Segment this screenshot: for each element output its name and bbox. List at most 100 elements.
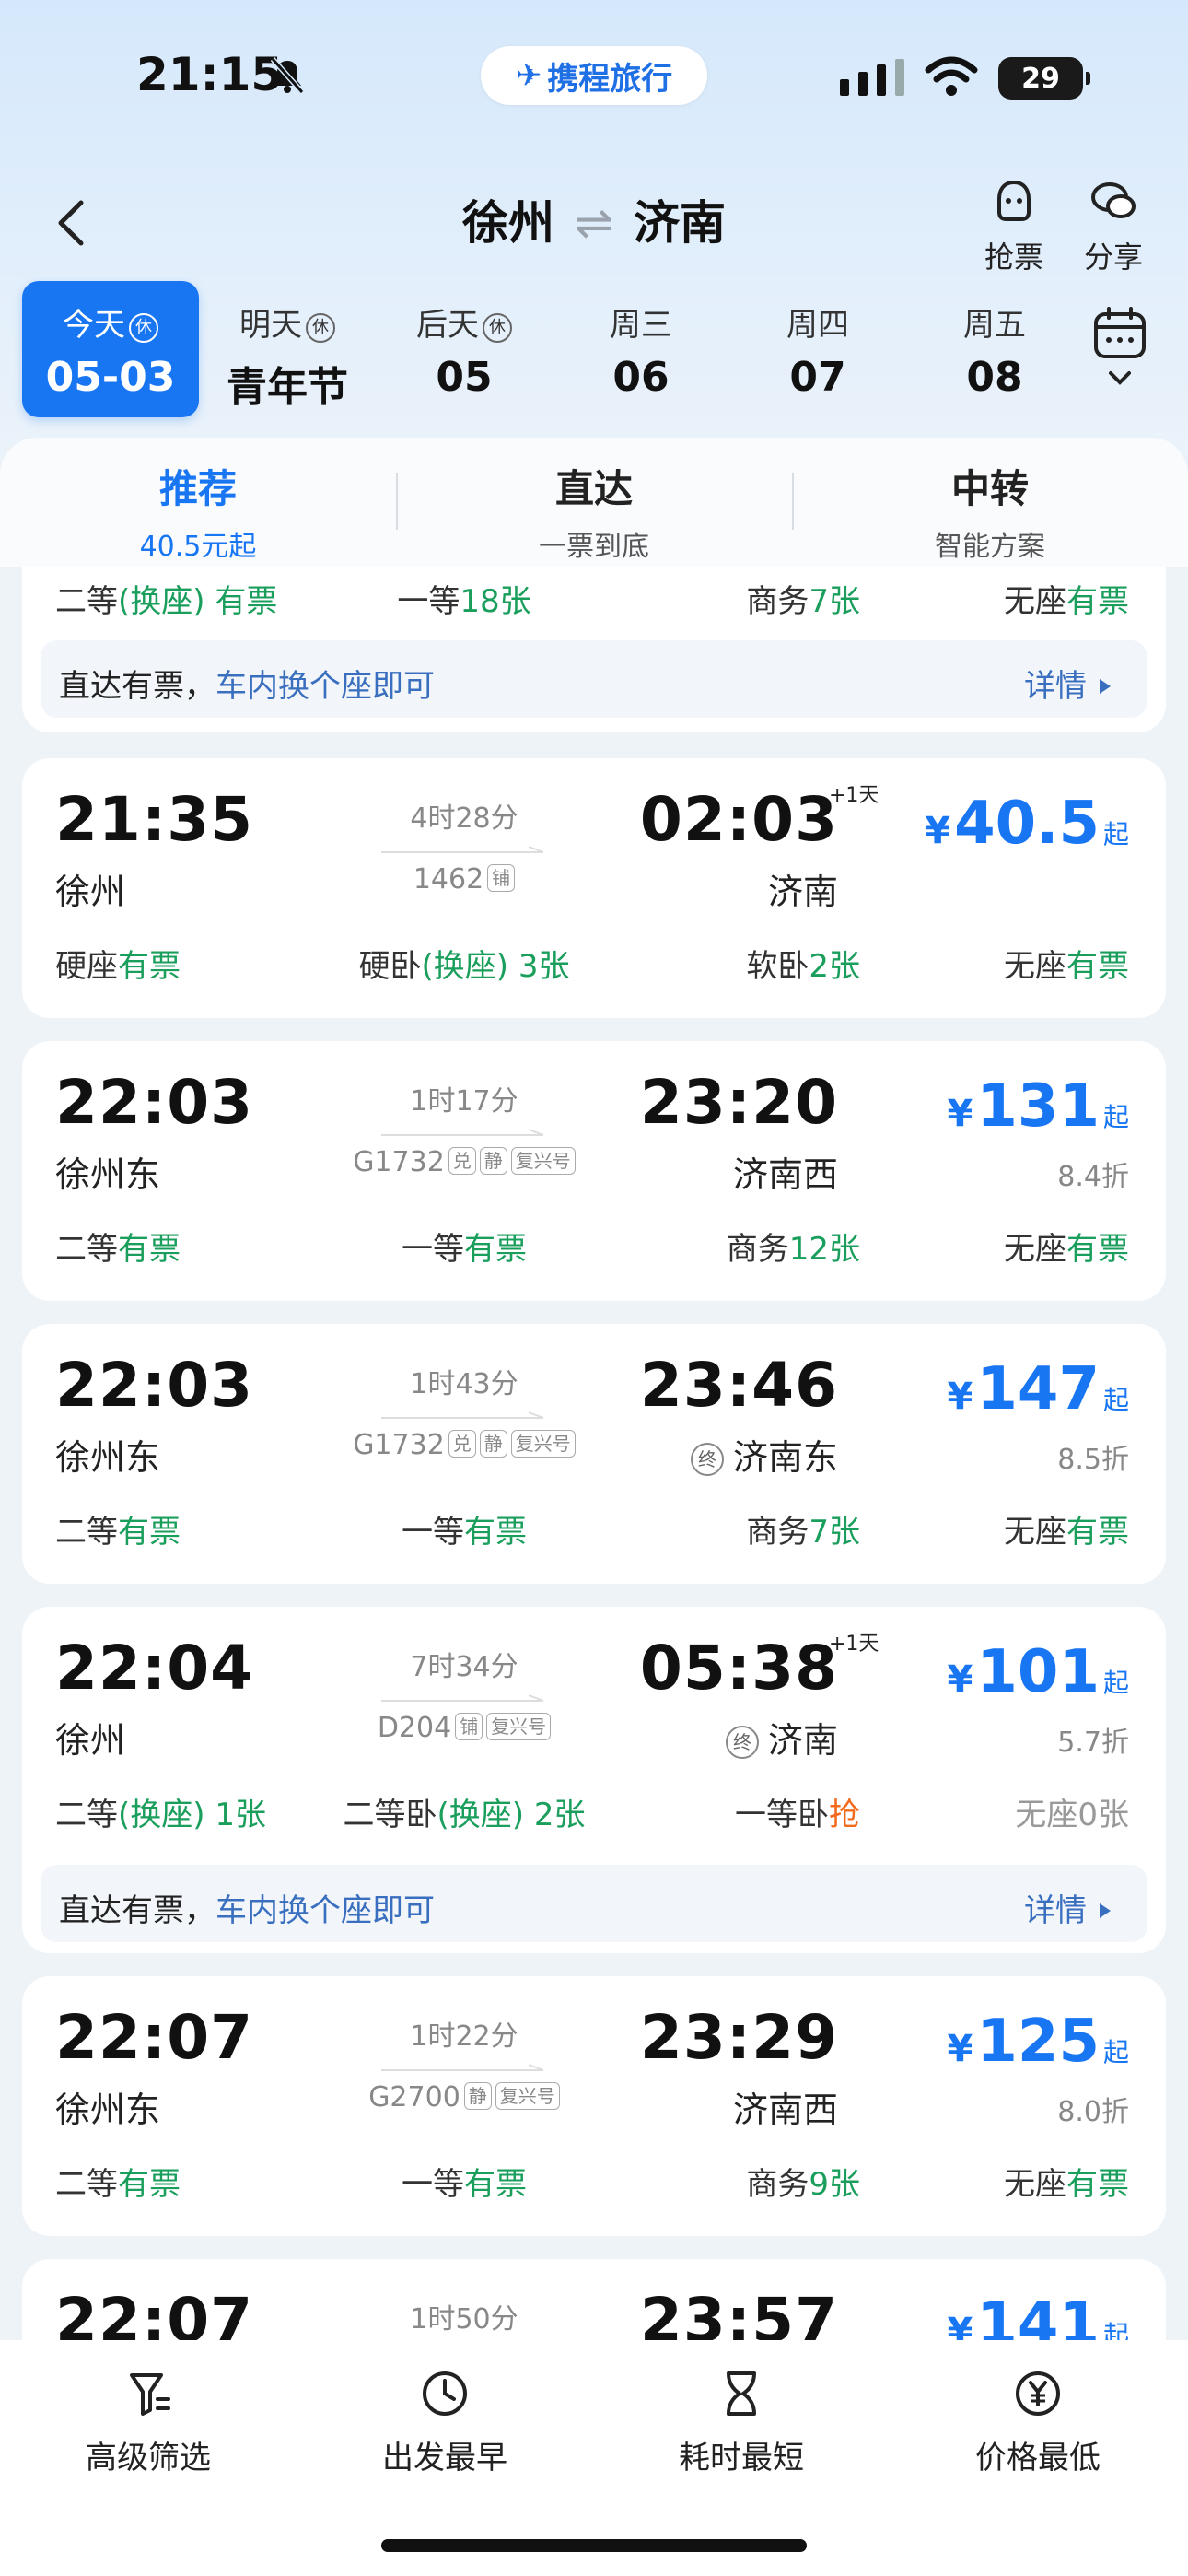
seat-business: 商务9张 xyxy=(746,2166,860,2203)
seat-first: 一等有票 xyxy=(402,1231,527,1268)
seat-second: 二等(换座) 1张 xyxy=(55,1797,266,1833)
tab-direct[interactable]: 直达 一票到底 xyxy=(396,458,792,564)
grab-ticket-button[interactable]: 抢票 xyxy=(973,177,1055,276)
departure-time: 22:03 xyxy=(55,1067,254,1138)
tab-transfer[interactable]: 中转 智能方案 xyxy=(792,458,1188,564)
date-weekday: 今天 xyxy=(63,307,125,344)
train-number: G2700 静复兴号 xyxy=(298,2081,630,2113)
train-card[interactable]: 22:07 1时50分 23:57 ¥141 起 xyxy=(22,2259,1166,2340)
status-time: 21:15 xyxy=(136,48,284,101)
duration: 1时43分 xyxy=(410,1368,518,1400)
tab-title: 中转 xyxy=(950,466,1029,511)
train-card[interactable]: 22:07 徐州东 1时22分 G2700 静复兴号 23:29 济南西 ¥125… xyxy=(22,1976,1166,2236)
calendar-icon[interactable] xyxy=(1092,307,1147,395)
arrival-time: 05:38 xyxy=(639,1633,838,1704)
route-arrow-icon xyxy=(381,846,544,853)
details-link[interactable]: 详情 xyxy=(1024,1885,1111,1930)
train-tag: 兑 xyxy=(448,1430,476,1458)
date-day: 05-03 xyxy=(45,354,176,401)
lowest-price-button[interactable]: 价格最低 xyxy=(890,2366,1186,2477)
battery-indicator: 29 xyxy=(998,57,1090,100)
tab-title: 直达 xyxy=(554,466,633,511)
date-day: 07 xyxy=(789,354,846,401)
filter-button[interactable]: 高级筛选 xyxy=(0,2366,297,2477)
swap-icon[interactable]: ⇌ xyxy=(575,196,613,250)
route-arrow-icon xyxy=(381,1129,544,1136)
seat-standing: 无座0张 xyxy=(1015,1797,1129,1833)
date-tab-2[interactable]: 后天休 05 xyxy=(376,281,553,417)
clock-icon xyxy=(423,2371,467,2416)
train-tag: 兑 xyxy=(448,1147,476,1175)
holiday-badge: 休 xyxy=(306,313,335,343)
route-header: 徐州 ⇌ 济南 抢票 分享 xyxy=(0,166,1188,276)
arrival-time: 02:03 xyxy=(639,784,838,855)
tab-recommend[interactable]: 推荐 40.5元起 xyxy=(0,458,396,564)
ctrip-brand-pill[interactable]: ✈ 携程旅行 xyxy=(481,46,707,105)
departure-time: 22:03 xyxy=(55,1350,254,1421)
train-tag: 复兴号 xyxy=(495,2082,560,2110)
train-tag: 铺 xyxy=(487,864,516,892)
train-tag: 铺 xyxy=(455,1713,483,1740)
bell-muted-icon xyxy=(270,57,305,94)
seat-standing: 无座有票 xyxy=(1004,2166,1129,2203)
sort-tabs: 推荐 40.5元起 直达 一票到底 中转 智能方案 xyxy=(0,438,1188,567)
cellular-signal-icon xyxy=(840,59,904,96)
shortest-duration-button[interactable]: 耗时最短 xyxy=(593,2366,890,2477)
duration: 7时34分 xyxy=(410,1651,518,1683)
share-label: 分享 xyxy=(1083,240,1143,275)
departure-station: 徐州东 xyxy=(55,1437,161,1478)
route-arrow-icon xyxy=(381,1694,544,1702)
duration: 1时17分 xyxy=(410,1085,518,1118)
seat-soft-sleeper: 软卧2张 xyxy=(746,948,860,985)
train-card[interactable]: 22:03 徐州东 1时17分 G1732 兑静复兴号 23:20 济南西 ¥13… xyxy=(22,1041,1166,1301)
train-list[interactable]: 二等(换座) 有票 一等18张 商务7张 无座有票 直达有票，车内换个座即可 详… xyxy=(0,567,1188,2340)
details-link[interactable]: 详情 xyxy=(1024,661,1111,706)
train-tag: 静 xyxy=(463,2082,492,2110)
tab-subtitle: 一票到底 xyxy=(539,531,649,563)
seat-hard-seat: 硬座有票 xyxy=(55,948,181,985)
train-card[interactable]: 21:35 徐州 4时28分 1462 铺 02:03 +1天 济南 ¥40.5 起… xyxy=(22,758,1166,1018)
train-card[interactable]: 22:04 徐州 7时34分 D204 铺复兴号 05:38 +1天 终济南 ¥1… xyxy=(22,1607,1166,1953)
tab-subtitle: 智能方案 xyxy=(935,531,1045,563)
seat-first: 一等有票 xyxy=(402,1514,527,1551)
seat-change-note[interactable]: 直达有票，车内换个座即可 详情 xyxy=(41,640,1147,718)
departure-station: 徐州 xyxy=(55,1720,126,1761)
seat-business: 商务7张 xyxy=(746,583,860,620)
terminal-badge: 终 xyxy=(690,1443,724,1476)
train-card[interactable]: 22:03 徐州东 1时43分 G1732 兑静复兴号 23:46 终济南东 ¥1… xyxy=(22,1324,1166,1584)
duration: 1时50分 xyxy=(410,2303,518,2336)
seat-second: 二等有票 xyxy=(55,1231,181,1268)
train-tag: 复兴号 xyxy=(486,1713,552,1740)
holiday-badge: 休 xyxy=(129,313,158,343)
departure-time: 22:07 xyxy=(55,2002,254,2073)
bottom-sort-bar: 高级筛选 出发最早 耗时最短 价格最低 xyxy=(0,2340,1188,2576)
home-indicator[interactable] xyxy=(381,2539,807,2552)
date-weekday: 后天 xyxy=(416,307,479,344)
brand-logo-icon: ✈ xyxy=(515,57,542,94)
date-tab-5[interactable]: 周五 08 xyxy=(906,281,1083,417)
share-button[interactable]: 分享 xyxy=(1072,177,1155,276)
arrival-time: 23:20 xyxy=(639,1067,838,1138)
holiday-badge: 休 xyxy=(483,313,512,343)
seat-change-note[interactable]: 直达有票，车内换个座即可 详情 xyxy=(41,1865,1147,1942)
route-arrow-icon xyxy=(381,2064,544,2071)
grab-ticket-label: 抢票 xyxy=(984,240,1043,275)
date-tab-0[interactable]: 今天休 05-03 xyxy=(22,281,199,417)
brand-name: 携程旅行 xyxy=(547,60,673,98)
earliest-departure-button[interactable]: 出发最早 xyxy=(297,2366,593,2477)
status-bar: 21:15 ✈ 携程旅行 29 xyxy=(0,0,1188,157)
date-day: 06 xyxy=(612,354,670,401)
seat-second: 二等有票 xyxy=(55,1514,181,1551)
lowest-price-label: 价格最低 xyxy=(975,2440,1101,2476)
date-tab-1[interactable]: 明天休 青年节 xyxy=(199,281,376,417)
train-tag: 复兴号 xyxy=(510,1430,576,1458)
arrival-station: 济南西 xyxy=(732,2090,838,2130)
tab-subtitle: 40.5元起 xyxy=(139,531,257,563)
seat-first-sleeper[interactable]: 一等卧抢 xyxy=(658,1789,860,1834)
train-card-partial[interactable]: 二等(换座) 有票 一等18张 商务7张 无座有票 直达有票，车内换个座即可 详… xyxy=(22,567,1166,732)
discount: 8.4折 xyxy=(1057,1161,1129,1193)
date-tab-3[interactable]: 周三 06 xyxy=(553,281,729,417)
date-tab-4[interactable]: 周四 07 xyxy=(729,281,906,417)
departure-station: 徐州东 xyxy=(55,1154,161,1195)
departure-time: 21:35 xyxy=(55,784,254,855)
